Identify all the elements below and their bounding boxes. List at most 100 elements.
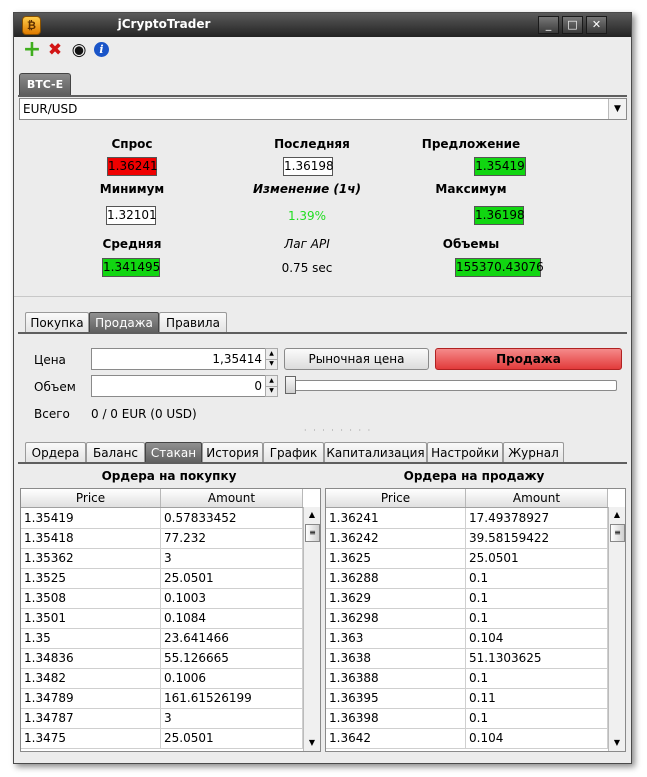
tab-balance[interactable]: Баланс (86, 442, 145, 463)
tab-orderbook[interactable]: Стакан (145, 442, 202, 463)
volume-stepper[interactable]: ▲ ▼ (265, 375, 278, 397)
tab-btc-e[interactable]: BTC-E (19, 73, 71, 95)
table-row[interactable]: 1.3638 51.1303625 (326, 648, 608, 669)
table-row[interactable]: 1.3501 0.1084 (21, 608, 303, 629)
tab-settings[interactable]: Настройки (427, 442, 503, 463)
price-input[interactable]: 1,35414 (91, 348, 267, 370)
pair-select[interactable]: EUR/USD ▼ (19, 98, 627, 120)
add-icon[interactable]: + (22, 39, 42, 61)
table-row[interactable]: 1.35362 3 (21, 548, 303, 569)
amount-cell: 39.58159422 (466, 528, 608, 548)
ask-value: 1.35419 (474, 157, 526, 176)
price-cell: 1.363 (326, 628, 466, 648)
amount-cell: 23.641466 (161, 628, 303, 648)
close-button[interactable]: ✕ (586, 16, 607, 34)
price-cell: 1.35362 (21, 548, 161, 568)
tab-sell[interactable]: Продажа (89, 312, 159, 333)
table-row[interactable]: 1.3508 0.1003 (21, 588, 303, 609)
table-row[interactable]: 1.36398 0.1 (326, 708, 608, 729)
tab-chart[interactable]: График (263, 442, 324, 463)
volume-slider[interactable] (285, 380, 617, 391)
last-label: Последняя (274, 137, 350, 151)
price-cell: 1.36388 (326, 668, 466, 688)
buy-orders-title: Ордера на покупку (101, 469, 237, 483)
volume-input[interactable]: 0 (91, 375, 267, 397)
table-row[interactable]: 1.3475 25.0501 (21, 728, 303, 749)
table-row[interactable]: 1.35 23.641466 (21, 628, 303, 649)
amount-cell: 0.1 (466, 608, 608, 628)
sell-orders-title: Ордера на продажу (403, 469, 545, 483)
stepper-down-icon[interactable]: ▼ (266, 386, 277, 396)
volume-label: Объемы (442, 237, 500, 251)
column-header-price[interactable]: Price (326, 489, 466, 507)
low-value: 1.32101 (106, 206, 157, 225)
column-header-amount[interactable]: Amount (161, 489, 303, 507)
volume-slider-handle[interactable] (285, 376, 296, 394)
scroll-thumb[interactable]: ≡ (305, 524, 320, 542)
volume-value: 155370.43076 (455, 258, 544, 277)
table-row[interactable]: 1.36388 0.1 (326, 668, 608, 689)
stepper-down-icon[interactable]: ▼ (266, 359, 277, 369)
scroll-down-icon[interactable]: ▼ (609, 735, 625, 751)
tab-journal[interactable]: Журнал (503, 442, 564, 463)
table-row[interactable]: 1.36288 0.1 (326, 568, 608, 589)
table-row[interactable]: 1.3629 0.1 (326, 588, 608, 609)
scroll-down-icon[interactable]: ▼ (304, 735, 320, 751)
scroll-up-icon[interactable]: ▲ (304, 507, 320, 523)
low-label: Минимум (99, 182, 165, 196)
amount-cell: 55.126665 (161, 648, 303, 668)
last-value: 1.36198 (283, 157, 334, 176)
table-row[interactable]: 1.36241 17.49378927 (326, 508, 608, 529)
table-row[interactable]: 1.36242 39.58159422 (326, 528, 608, 549)
splitter-handle[interactable]: · · · · · · · · (304, 426, 372, 435)
price-cell: 1.3642 (326, 728, 466, 748)
lag-value: 0.75 sec (281, 261, 333, 275)
sell-button[interactable]: Продажа (435, 348, 622, 370)
table-row[interactable]: 1.3482 0.1006 (21, 668, 303, 689)
tab-capitalization[interactable]: Капитализация (324, 442, 427, 463)
column-header-amount[interactable]: Amount (466, 489, 608, 507)
table-row[interactable]: 1.36298 0.1 (326, 608, 608, 629)
table-row[interactable]: 1.363 0.104 (326, 628, 608, 649)
tab-rules[interactable]: Правила (159, 312, 227, 333)
maximize-button[interactable]: □ (562, 16, 583, 34)
scroll-up-icon[interactable]: ▲ (609, 507, 625, 523)
info-icon[interactable]: i (94, 42, 109, 57)
title-bar[interactable]: ₿ jCryptoTrader _ □ ✕ (14, 13, 631, 37)
table-row[interactable]: 1.34789 161.61526199 (21, 688, 303, 709)
price-cell: 1.36288 (326, 568, 466, 588)
tab-orders[interactable]: Ордера (25, 442, 86, 463)
total-label: Всего (34, 407, 70, 421)
amount-cell: 0.1003 (161, 588, 303, 608)
price-cell: 1.3629 (326, 588, 466, 608)
amount-cell: 0.104 (466, 628, 608, 648)
table-row[interactable]: 1.35418 77.232 (21, 528, 303, 549)
amount-cell: 25.0501 (161, 568, 303, 588)
buy-scrollbar[interactable]: ▲ ≡ ▼ (303, 507, 320, 751)
table-row[interactable]: 1.36395 0.11 (326, 688, 608, 709)
tab-buy[interactable]: Покупка (25, 312, 89, 333)
minimize-button[interactable]: _ (538, 16, 559, 34)
tab-history[interactable]: История (202, 442, 263, 463)
price-cell: 1.3475 (21, 728, 161, 748)
amount-cell: 0.1 (466, 708, 608, 728)
table-row[interactable]: 1.34836 55.126665 (21, 648, 303, 669)
delete-icon[interactable]: ✖ (45, 40, 65, 60)
table-row[interactable]: 1.3525 25.0501 (21, 568, 303, 589)
amount-cell: 0.57833452 (161, 508, 303, 528)
price-stepper[interactable]: ▲ ▼ (265, 348, 278, 370)
table-header: Price Amount (326, 489, 608, 508)
sell-scrollbar[interactable]: ▲ ≡ ▼ (608, 507, 625, 751)
amount-cell: 0.11 (466, 688, 608, 708)
chevron-down-icon[interactable]: ▼ (608, 99, 626, 119)
column-header-price[interactable]: Price (21, 489, 161, 507)
pair-select-value: EUR/USD (23, 102, 78, 116)
volume-field-label: Объем (34, 380, 76, 394)
table-row[interactable]: 1.35419 0.57833452 (21, 508, 303, 529)
scroll-thumb[interactable]: ≡ (610, 524, 625, 542)
market-price-button[interactable]: Рыночная цена (284, 348, 429, 370)
eye-icon[interactable]: ◉ (69, 40, 89, 60)
table-row[interactable]: 1.3625 25.0501 (326, 548, 608, 569)
table-row[interactable]: 1.3642 0.104 (326, 728, 608, 749)
table-row[interactable]: 1.34787 3 (21, 708, 303, 729)
